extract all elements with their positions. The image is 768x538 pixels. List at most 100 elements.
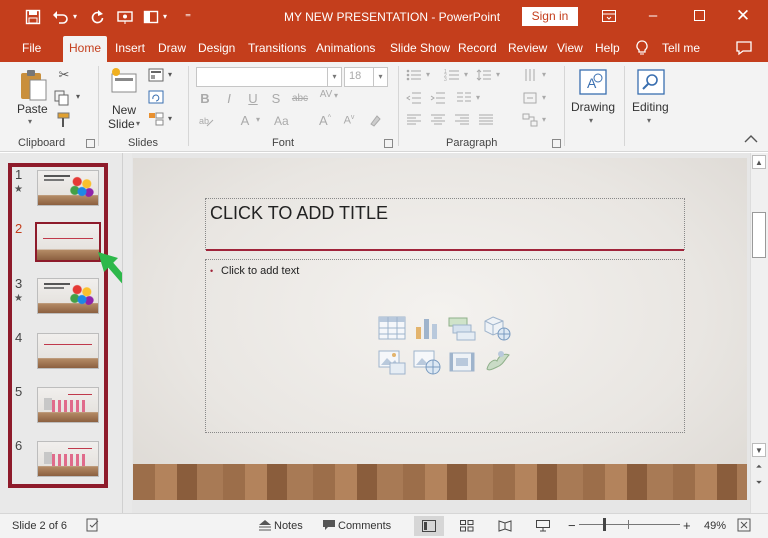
paste-icon[interactable] [18, 68, 48, 102]
convert-to-smartart-icon[interactable] [522, 113, 540, 127]
text-direction-dropdown-icon[interactable]: ▾ [540, 70, 548, 79]
decrease-indent-icon[interactable] [406, 91, 424, 105]
section-icon[interactable] [148, 112, 166, 126]
scrollbar-thumb[interactable] [752, 212, 766, 258]
zoom-slider-track[interactable] [579, 524, 680, 525]
slide-show-view-button[interactable] [528, 516, 558, 536]
tab-review[interactable]: Review [508, 40, 547, 62]
drawing-button-label[interactable]: Drawing [571, 100, 615, 114]
ribbon-display-options-icon[interactable] [594, 5, 624, 27]
tab-slide-show[interactable]: Slide Show [390, 40, 450, 62]
bold-icon[interactable]: B [198, 91, 212, 106]
vertical-scrollbar[interactable] [750, 153, 768, 513]
notes-icon[interactable] [258, 519, 272, 531]
layout-dropdown-icon[interactable]: ▾ [166, 70, 174, 79]
zoom-level[interactable]: 49% [704, 520, 726, 532]
zoom-in-button[interactable]: + [683, 518, 691, 533]
insert-chart-icon[interactable] [413, 315, 441, 341]
pane-splitter[interactable] [122, 153, 132, 513]
character-spacing-dropdown-icon[interactable]: ▾ [332, 91, 340, 100]
minimize-icon[interactable]: – [638, 5, 668, 27]
increase-indent-icon[interactable] [430, 91, 448, 105]
line-spacing-icon[interactable] [476, 68, 494, 82]
notes-button[interactable]: Notes [274, 520, 303, 532]
slide-thumbnail-2[interactable] [35, 222, 101, 262]
align-right-icon[interactable] [454, 114, 472, 126]
bullets-dropdown-icon[interactable]: ▾ [424, 70, 432, 79]
insert-table-icon[interactable] [378, 315, 406, 341]
redo-icon[interactable] [86, 7, 108, 27]
font-name-combobox[interactable]: ▾ [196, 67, 342, 87]
slide-thumbnail-1[interactable] [37, 170, 99, 206]
font-size-dropdown-icon[interactable]: ▾ [373, 68, 387, 86]
change-case-icon[interactable]: Aa [274, 114, 289, 128]
copy-icon[interactable] [54, 90, 74, 106]
insert-3d-model-icon[interactable] [483, 315, 511, 341]
line-spacing-dropdown-icon[interactable]: ▾ [494, 70, 502, 79]
font-color-dropdown-icon[interactable]: ▾ [254, 115, 262, 124]
paragraph-launcher-icon[interactable] [552, 139, 561, 148]
comments-icon[interactable] [322, 519, 336, 531]
new-slide-label-2[interactable]: Slide [108, 117, 135, 131]
clipboard-launcher-icon[interactable] [86, 139, 95, 148]
undo-icon[interactable] [50, 7, 72, 27]
layout-icon[interactable] [148, 68, 166, 82]
tab-transitions[interactable]: Transitions [248, 40, 306, 62]
text-direction-icon[interactable] [522, 68, 540, 82]
insert-video-icon[interactable] [448, 349, 476, 375]
font-launcher-icon[interactable] [384, 139, 393, 148]
new-slide-dropdown-icon[interactable]: ▾ [136, 119, 140, 128]
tab-view[interactable]: View [557, 40, 583, 62]
editing-dropdown-icon[interactable]: ▾ [647, 116, 651, 125]
lightbulb-icon[interactable] [636, 40, 652, 62]
insert-picture-icon[interactable] [378, 349, 406, 375]
content-placeholder[interactable] [205, 259, 685, 433]
layout-icon[interactable] [140, 7, 162, 27]
columns-dropdown-icon[interactable]: ▾ [474, 93, 482, 102]
scroll-up-icon[interactable]: ▲ [752, 155, 766, 169]
slide-sorter-view-button[interactable] [452, 516, 482, 536]
tab-design[interactable]: Design [198, 40, 235, 62]
present-from-beginning-icon[interactable] [114, 7, 136, 27]
collapse-ribbon-icon[interactable] [744, 134, 758, 144]
italic-icon[interactable]: I [222, 91, 236, 106]
underline-icon[interactable]: U [246, 91, 260, 106]
insert-online-picture-icon[interactable] [413, 349, 441, 375]
increase-font-size-icon[interactable]: A^ [318, 113, 332, 128]
tab-home[interactable]: Home [63, 36, 108, 62]
scroll-down-icon[interactable]: ▼ [752, 443, 766, 457]
close-icon[interactable]: ✕ [728, 5, 758, 27]
tab-record[interactable]: Record [458, 40, 497, 62]
accessibility-check-icon[interactable] [86, 518, 100, 532]
font-size-combobox[interactable]: 18 ▾ [344, 67, 388, 87]
align-left-icon[interactable] [406, 114, 424, 126]
save-icon[interactable] [22, 7, 44, 27]
font-color-icon[interactable]: A [238, 113, 252, 128]
content-placeholder-text[interactable]: Click to add text [221, 265, 299, 277]
sign-in-button[interactable]: Sign in [522, 7, 578, 26]
copy-dropdown-icon[interactable]: ▾ [74, 92, 82, 101]
slide-thumbnail-3[interactable] [37, 278, 99, 314]
zoom-slider-knob[interactable] [603, 518, 606, 531]
drawing-shapes-icon[interactable]: A [578, 67, 608, 97]
strikethrough-icon[interactable]: abc [290, 93, 310, 104]
tab-insert[interactable]: Insert [115, 40, 145, 62]
paste-button-label[interactable]: Paste [17, 102, 48, 116]
insert-smartart-icon[interactable] [448, 315, 476, 341]
new-slide-label-1[interactable]: New [112, 103, 136, 117]
tab-animations[interactable]: Animations [316, 40, 375, 62]
zoom-out-button[interactable]: − [568, 518, 576, 533]
editing-button-label[interactable]: Editing [632, 100, 669, 114]
maximize-icon[interactable] [684, 5, 714, 27]
smartart-dropdown-icon[interactable]: ▾ [540, 115, 548, 124]
align-center-icon[interactable] [430, 114, 448, 126]
section-dropdown-icon[interactable]: ▾ [166, 114, 174, 123]
tell-me-search[interactable]: Tell me [662, 40, 700, 62]
numbering-dropdown-icon[interactable]: ▾ [462, 70, 470, 79]
previous-slide-icon[interactable]: ⏶ [752, 460, 766, 474]
align-text-icon[interactable] [522, 91, 540, 105]
reset-slide-icon[interactable] [148, 90, 166, 104]
slide-thumbnail-6[interactable] [37, 441, 99, 477]
cut-icon[interactable]: ✂ [56, 67, 72, 83]
decrease-font-size-icon[interactable]: Av [342, 114, 356, 127]
